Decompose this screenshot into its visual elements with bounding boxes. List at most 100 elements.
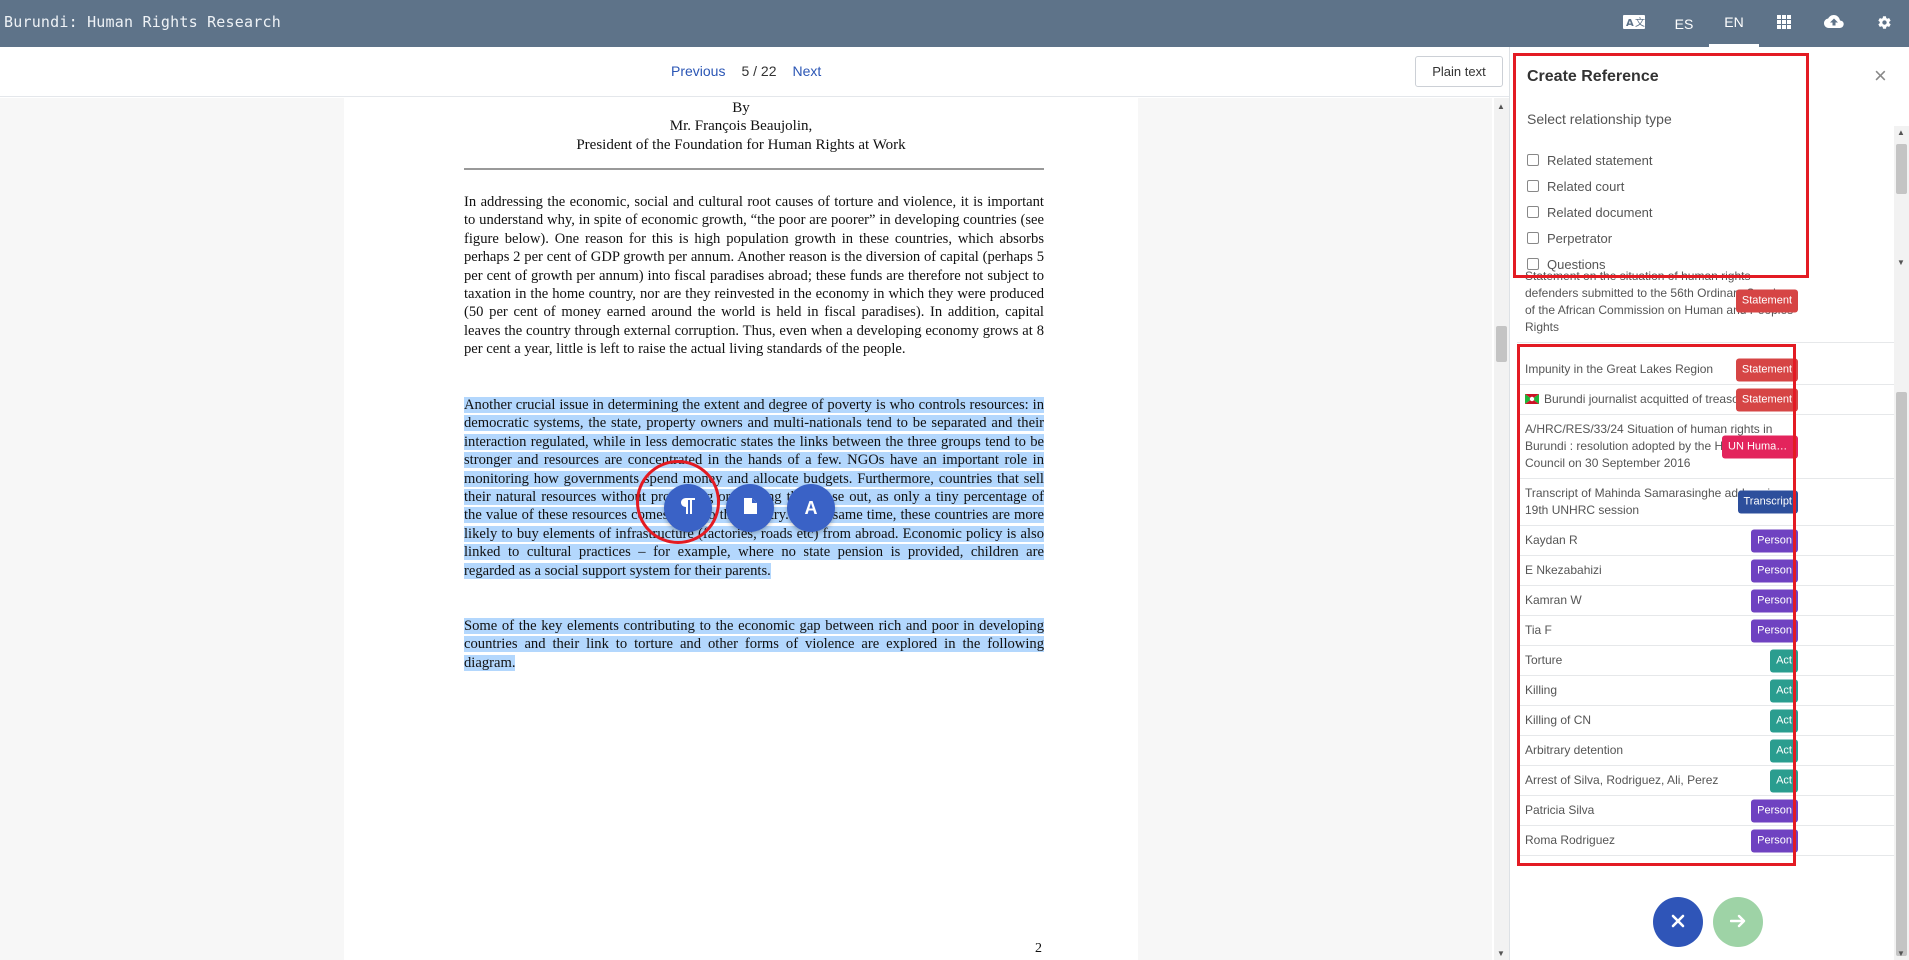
relationship-option[interactable]: Related document	[1527, 199, 1787, 225]
translate-button[interactable]: A文	[1609, 0, 1659, 47]
checkbox[interactable]	[1527, 206, 1539, 218]
result-item[interactable]: A/HRC/RES/33/24 Situation of human right…	[1517, 415, 1894, 479]
result-type-badge: Person	[1751, 829, 1798, 852]
search-results-list: Statement on the situation of human righ…	[1517, 270, 1894, 866]
result-item[interactable]: Roma Rodriguez Person	[1517, 826, 1894, 856]
selected-text: Some of the key elements contributing to…	[464, 618, 1044, 671]
document-by: By	[732, 100, 750, 116]
document-icon	[743, 497, 757, 519]
result-item[interactable]: Impunity in the Great Lakes Region Statem…	[1517, 355, 1894, 385]
result-item[interactable]: E Nkezabahizi Person	[1517, 556, 1894, 586]
document-scroll-thumb[interactable]	[1496, 326, 1507, 362]
scroll-down-arrow-icon[interactable]: ▼	[1897, 258, 1905, 267]
relationship-type-label: Select relationship type	[1527, 111, 1672, 127]
app-title: Burundi: Human Rights Research	[4, 13, 281, 31]
close-icon[interactable]: ×	[1874, 63, 1887, 89]
cancel-button[interactable]	[1653, 897, 1703, 947]
scroll-down-arrow-icon[interactable]: ▼	[1497, 949, 1505, 958]
checkbox[interactable]	[1527, 258, 1539, 270]
result-type-badge: Statement	[1735, 388, 1798, 411]
result-title: Arbitrary detention	[1525, 743, 1624, 757]
paragraph-icon	[681, 497, 695, 519]
language-es[interactable]: ES	[1659, 0, 1709, 47]
result-item[interactable]: Transcript of Mahinda Samarasinghe addre…	[1517, 479, 1894, 526]
result-type-badge: Act	[1770, 679, 1798, 702]
connect-document-button[interactable]	[726, 484, 774, 532]
result-type-badge: Transcript	[1737, 490, 1798, 514]
result-title: Kamran W	[1525, 593, 1582, 607]
relationship-scroll-thumb[interactable]	[1896, 144, 1907, 194]
result-item[interactable]: Burundi journalist acquitted of treason …	[1517, 385, 1894, 415]
paragraph-text: In addressing the economic, social and c…	[464, 194, 1044, 358]
result-item[interactable]: Arbitrary detention Act	[1517, 736, 1894, 766]
plain-text-button[interactable]: Plain text	[1415, 56, 1503, 87]
result-title: Impunity in the Great Lakes Region	[1525, 362, 1714, 376]
relationship-option[interactable]: Related court	[1527, 173, 1787, 199]
result-item[interactable]: Killing Act	[1517, 676, 1894, 706]
scroll-up-arrow-icon[interactable]: ▲	[1897, 128, 1905, 137]
result-item[interactable]: Torture Act	[1517, 646, 1894, 676]
checkbox[interactable]	[1527, 154, 1539, 166]
result-title: Patricia Silva	[1525, 803, 1595, 817]
result-type-badge: Person	[1751, 559, 1798, 582]
result-type-badge: Person	[1751, 529, 1798, 552]
panel-actions	[1653, 897, 1763, 947]
result-item[interactable]: Statement on the situation of human righ…	[1517, 270, 1894, 343]
apps-button[interactable]	[1759, 0, 1809, 47]
result-type-badge: Person	[1751, 589, 1798, 612]
relationship-option-label: Perpetrator	[1547, 230, 1613, 246]
result-type-badge: UN Human ...	[1722, 435, 1798, 458]
page-counter: 5 / 22	[741, 63, 777, 79]
relationship-option[interactable]: Perpetrator	[1527, 225, 1787, 251]
result-title: E Nkezabahizi	[1525, 563, 1602, 577]
document-author: Mr. François Beaujolin,	[669, 118, 813, 134]
result-type-badge: Act	[1770, 739, 1798, 762]
text-annotation-button[interactable]: A	[787, 484, 835, 532]
results-scroll-thumb[interactable]	[1896, 392, 1907, 956]
svg-text:文: 文	[1635, 16, 1645, 29]
result-title: Roma Rodriguez	[1525, 833, 1616, 847]
result-item[interactable]: Tia F Person	[1517, 616, 1894, 646]
connect-paragraph-button[interactable]	[664, 484, 712, 532]
checkbox[interactable]	[1527, 232, 1539, 244]
top-actions: A文 ES EN	[1609, 0, 1909, 47]
svg-text:A: A	[1626, 18, 1634, 29]
previous-page-link[interactable]: Previous	[671, 63, 725, 79]
language-en[interactable]: EN	[1709, 0, 1759, 47]
panel-scrollbar[interactable]: ▲ ▼ ▼	[1894, 126, 1909, 960]
result-item[interactable]: Kamran W Person	[1517, 586, 1894, 616]
result-type-badge: Statement	[1735, 289, 1798, 313]
gear-icon	[1877, 15, 1892, 33]
document-scrollbar[interactable]: ▲ ▼	[1494, 98, 1509, 960]
relationship-option[interactable]: Related statement	[1527, 147, 1787, 173]
panel-title: Create Reference	[1527, 68, 1659, 85]
settings-button[interactable]	[1859, 0, 1909, 47]
arrow-right-icon	[1729, 912, 1746, 933]
document-divider	[464, 168, 1044, 170]
scroll-down-arrow-icon[interactable]: ▼	[1897, 949, 1905, 958]
result-item[interactable]: Patricia Silva Person	[1517, 796, 1894, 826]
result-type-badge: Act	[1770, 649, 1798, 672]
result-type-badge: Act	[1770, 769, 1798, 792]
result-item[interactable]: Killing of CN Act	[1517, 706, 1894, 736]
result-type-badge: Act	[1770, 709, 1798, 732]
result-type-badge: Statement	[1735, 358, 1798, 381]
result-title: Torture	[1525, 653, 1563, 667]
cloud-upload-icon	[1824, 15, 1844, 32]
page-number: 2	[1035, 941, 1042, 956]
result-item[interactable]: Kaydan R Person	[1517, 526, 1894, 556]
result-item[interactable]: Arrest of Silva, Rodriguez, Ali, Perez Ac…	[1517, 766, 1894, 796]
result-type-badge: Person	[1751, 619, 1798, 642]
text-annotation-icon: A	[804, 497, 818, 518]
relationship-option-label: Related court	[1547, 178, 1625, 194]
next-page-link[interactable]: Next	[793, 63, 822, 79]
document-paragraph: In addressing the economic, social and c…	[464, 193, 1044, 359]
scroll-up-arrow-icon[interactable]: ▲	[1497, 102, 1505, 111]
upload-button[interactable]	[1809, 0, 1859, 47]
checkbox[interactable]	[1527, 180, 1539, 192]
result-title: Tia F	[1525, 623, 1552, 637]
save-reference-button[interactable]	[1713, 897, 1763, 947]
result-title: Killing of CN	[1525, 713, 1592, 727]
relationship-type-list: Related statement Related court Related …	[1527, 147, 1787, 277]
selected-paragraph[interactable]: Some of the key elements contributing to…	[464, 617, 1044, 672]
